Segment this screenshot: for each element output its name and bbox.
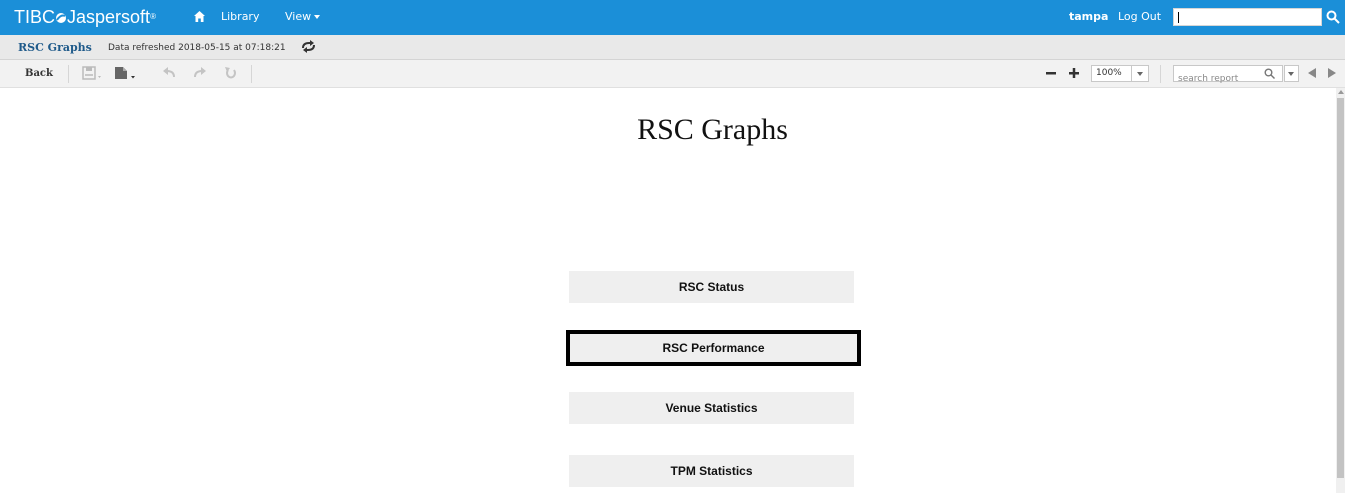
report-heading: RSC Graphs <box>637 113 788 146</box>
text-cursor <box>1178 12 1179 23</box>
data-refreshed-text: Data refreshed 2018-05-15 at 07:18:21 <box>108 43 286 53</box>
brand-logo[interactable]: TIBC Jaspersoft® <box>14 7 156 27</box>
search-report-box <box>1173 65 1283 87</box>
export-icon[interactable] <box>114 66 138 80</box>
zoom-select[interactable]: 100% <box>1091 65 1149 82</box>
toolbar-divider <box>251 65 252 83</box>
scroll-thumb[interactable] <box>1337 98 1344 478</box>
previous-result-icon[interactable] <box>1308 68 1316 78</box>
logo-swirl-icon <box>56 13 67 23</box>
rsc-status-button[interactable]: RSC Status <box>569 271 854 303</box>
save-icon[interactable] <box>82 66 104 80</box>
tpm-statistics-button[interactable]: TPM Statistics <box>569 455 854 487</box>
undo-icon[interactable] <box>162 66 176 80</box>
report-title-bar: RSC Graphs Data refreshed 2018-05-15 at … <box>0 35 1345 60</box>
search-icon[interactable] <box>1326 10 1340 24</box>
search-icon[interactable] <box>1264 68 1275 79</box>
search-report-input[interactable] <box>1174 71 1258 87</box>
vertical-scrollbar[interactable] <box>1336 88 1345 493</box>
redo-icon[interactable] <box>193 66 207 80</box>
user-name: tampa <box>1069 10 1109 23</box>
toolbar-divider <box>1160 65 1161 83</box>
zoom-in-icon[interactable] <box>1068 67 1080 79</box>
view-menu[interactable]: View <box>285 10 321 24</box>
chevron-down-icon <box>314 15 321 19</box>
back-button[interactable]: Back <box>25 68 53 80</box>
zoom-out-icon[interactable] <box>1045 67 1057 79</box>
next-result-icon[interactable] <box>1328 68 1336 78</box>
venue-statistics-button[interactable]: Venue Statistics <box>569 392 854 424</box>
top-navigation-bar: TIBC Jaspersoft® Library View tampa Log O… <box>0 0 1345 35</box>
logout-link[interactable]: Log Out <box>1118 10 1161 24</box>
zoom-value: 100% <box>1096 68 1122 78</box>
chevron-down-icon[interactable] <box>1131 66 1148 81</box>
library-menu[interactable]: Library <box>221 10 259 24</box>
report-name: RSC Graphs <box>18 41 92 54</box>
scroll-up-arrow[interactable] <box>1338 90 1344 94</box>
home-icon[interactable] <box>193 10 206 23</box>
refresh-icon[interactable] <box>300 40 317 53</box>
undo-all-icon[interactable] <box>224 66 238 80</box>
search-options-dropdown[interactable] <box>1284 65 1299 82</box>
view-menu-label: View <box>285 10 312 23</box>
report-toolbar: Back 100% <box>0 60 1345 88</box>
rsc-performance-button[interactable]: RSC Performance <box>566 330 861 366</box>
toolbar-divider <box>68 65 69 83</box>
global-search-input[interactable] <box>1173 8 1322 26</box>
